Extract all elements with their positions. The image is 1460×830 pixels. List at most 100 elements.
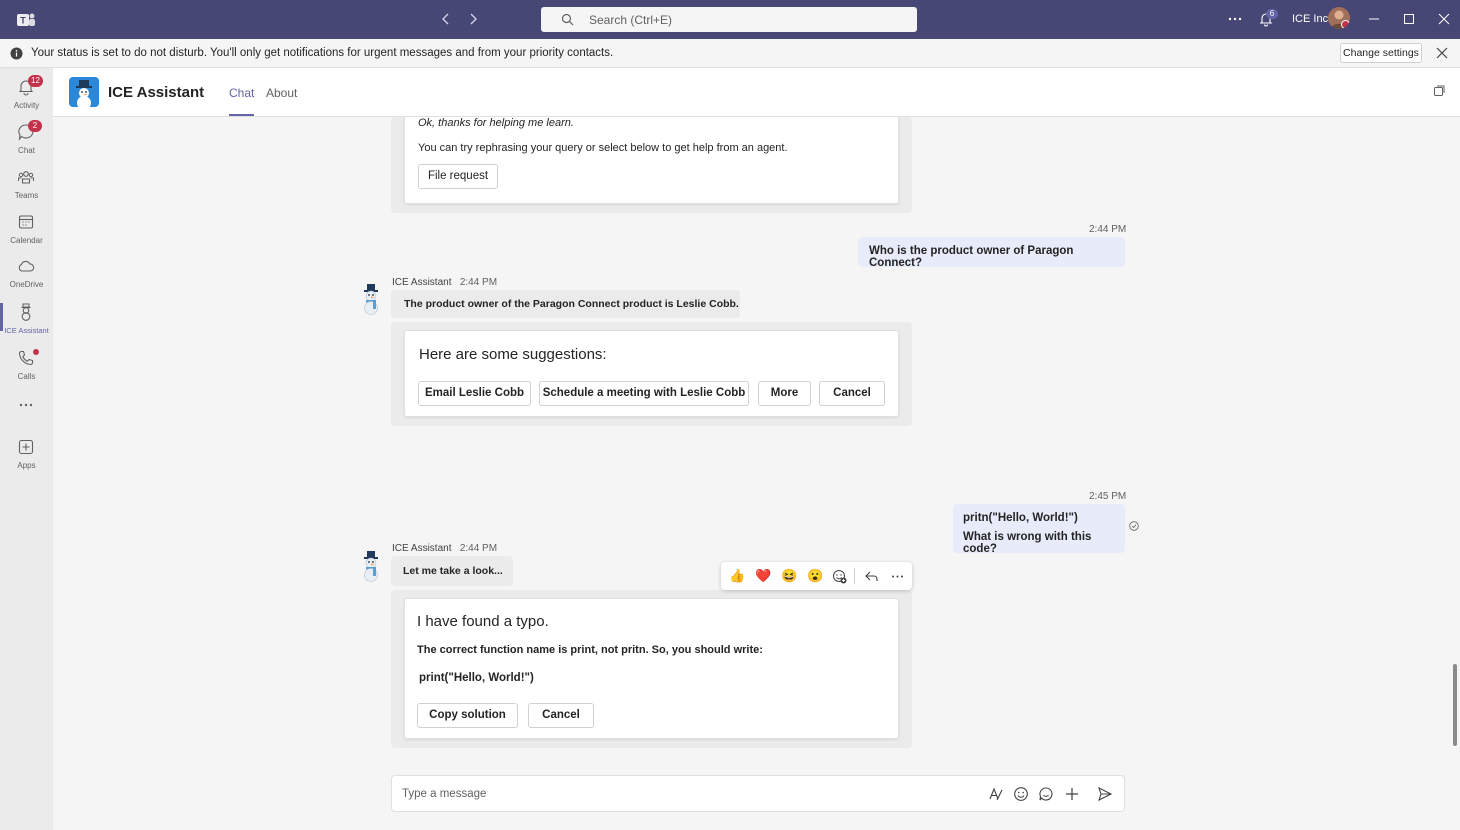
tab-chat[interactable]: Chat <box>229 86 255 116</box>
more-button[interactable]: More <box>758 381 811 406</box>
message-timestamp: 2:45 PM <box>1089 491 1127 502</box>
card-text: Ok, thanks for helping me learn. <box>418 117 574 129</box>
rail-item-activity[interactable]: 12 Activity <box>0 72 53 116</box>
like-reaction[interactable]: 👍 <box>729 568 745 584</box>
suggestions-card: Here are some suggestions: Email Leslie … <box>404 330 899 417</box>
more-options-icon[interactable] <box>1226 11 1244 27</box>
card-title: Here are some suggestions: <box>419 346 607 363</box>
cancel-button[interactable]: Cancel <box>819 381 885 406</box>
reaction-toolbar: 👍 ❤️ 😆 😮 <box>721 562 912 590</box>
user-avatar[interactable] <box>1328 7 1350 29</box>
svg-text:T: T <box>20 16 26 26</box>
compose-box[interactable]: Type a message <box>391 775 1125 812</box>
user-message: pritn("Hello, World!") What is wrong wit… <box>953 504 1125 555</box>
rail-item-label: Apps <box>17 461 36 470</box>
user-message-text: Who is the product owner of Paragon Conn… <box>869 245 1074 269</box>
teams-logo-icon: T <box>17 13 35 26</box>
close-icon[interactable] <box>1436 47 1448 59</box>
user-message: Who is the product owner of Paragon Conn… <box>858 237 1125 269</box>
card-body: The correct function name is print, not … <box>417 644 763 656</box>
sticker-icon[interactable] <box>1038 786 1054 802</box>
maximize-icon[interactable] <box>1401 11 1417 27</box>
chat-pane: ICE Assistant Chat About Ok, thanks for … <box>53 68 1460 830</box>
dnd-status-text: Your status is set to do not disturb. Yo… <box>31 47 614 59</box>
message-timestamp: 2:44 PM <box>1089 224 1127 235</box>
activity-badge: 12 <box>28 75 43 87</box>
rail-item-label: Chat <box>18 146 35 155</box>
bot-message-text: Let me take a look... <box>403 565 503 577</box>
adaptive-card: Ok, thanks for helping me learn. You can… <box>404 117 899 204</box>
bot-sender-name: ICE Assistant <box>392 277 452 288</box>
rail-item-calls[interactable]: Calls <box>0 343 53 387</box>
rail-item-ice-assistant[interactable]: ICE Assistant <box>0 297 53 341</box>
info-icon <box>10 47 23 60</box>
ice-assistant-logo <box>69 77 99 107</box>
add-reaction-icon[interactable] <box>832 569 847 584</box>
chat-badge: 2 <box>28 120 42 132</box>
bot-message: Let me take a look... <box>391 556 513 586</box>
pop-out-icon[interactable] <box>1433 85 1445 97</box>
search-icon <box>561 13 574 26</box>
rail-item-onedrive[interactable]: OneDrive <box>0 251 53 295</box>
teams-icon <box>18 171 34 184</box>
rail-item-teams[interactable]: Teams <box>0 162 53 206</box>
message-meta: ICE Assistant 2:44 PM <box>392 277 497 288</box>
rail-item-label: Activity <box>13 101 40 110</box>
more-icon <box>19 403 33 407</box>
card-code: print("Hello, World!") <box>419 672 534 684</box>
message-timestamp: 2:44 PM <box>459 543 498 554</box>
surprised-reaction[interactable]: 😮 <box>807 568 823 584</box>
calendar-icon <box>18 215 34 229</box>
copy-solution-button[interactable]: Copy solution <box>417 703 518 728</box>
heart-reaction[interactable]: ❤️ <box>755 568 771 584</box>
back-arrow-icon[interactable] <box>438 11 454 27</box>
app-title: ICE Assistant <box>108 84 205 101</box>
minimize-icon[interactable] <box>1366 11 1382 27</box>
more-actions-icon[interactable] <box>890 569 905 584</box>
solution-card: I have found a typo. The correct functio… <box>404 598 899 739</box>
schedule-meeting-button[interactable]: Schedule a meeting with Leslie Cobb <box>539 381 749 406</box>
change-settings-button[interactable]: Change settings <box>1340 43 1422 63</box>
format-icon[interactable] <box>988 786 1004 802</box>
rail-item-label: Teams <box>14 191 39 200</box>
message-timestamp: 2:44 PM <box>459 277 498 288</box>
app-bar: 12 Activity 2 Chat Teams Calendar OneDri… <box>0 68 53 830</box>
rail-item-chat[interactable]: 2 Chat <box>0 117 53 161</box>
reply-icon[interactable] <box>864 569 879 584</box>
card-title: I have found a typo. <box>417 613 549 630</box>
email-leslie-cobb-button[interactable]: Email Leslie Cobb <box>418 381 531 406</box>
toolbar-divider <box>854 568 855 584</box>
rail-item-apps[interactable]: Apps <box>0 432 53 476</box>
rail-item-label: Calls <box>17 372 36 381</box>
title-bar: T Search (Ctrl+E) 6 ICE Inc. <box>0 0 1460 39</box>
bot-message: The product owner of the Paragon Connect… <box>391 290 740 318</box>
org-name[interactable]: ICE Inc. <box>1292 13 1331 25</box>
forward-arrow-icon[interactable] <box>465 11 481 27</box>
seen-check-icon <box>1129 521 1139 531</box>
dnd-notification-bar: Your status is set to do not disturb. Yo… <box>0 39 1460 68</box>
bot-sender-name: ICE Assistant <box>392 543 452 554</box>
rail-item-label: Calendar <box>10 236 43 245</box>
cancel-button[interactable]: Cancel <box>528 703 594 728</box>
file-request-button[interactable]: File request <box>418 164 498 189</box>
add-icon[interactable] <box>1064 786 1080 802</box>
rail-item-more[interactable] <box>0 390 53 420</box>
compose-placeholder: Type a message <box>402 788 487 800</box>
close-window-icon[interactable] <box>1436 11 1452 27</box>
search-input[interactable]: Search (Ctrl+E) <box>541 7 917 32</box>
send-icon[interactable] <box>1097 786 1113 802</box>
cloud-icon <box>18 260 35 272</box>
notification-badge: 6 <box>1266 9 1278 19</box>
laugh-reaction[interactable]: 😆 <box>781 568 797 584</box>
rail-item-calendar[interactable]: Calendar <box>0 207 53 251</box>
rail-item-label: ICE Assistant <box>4 326 49 335</box>
bot-avatar <box>358 283 384 315</box>
tab-about[interactable]: About <box>266 86 297 100</box>
emoji-icon[interactable] <box>1013 786 1029 802</box>
scrollbar-thumb[interactable] <box>1453 664 1457 746</box>
app-header: ICE Assistant Chat About <box>53 68 1460 117</box>
card-text: You can try rephrasing your query or sel… <box>418 142 788 154</box>
user-message-text: What is wrong with this code? <box>963 531 1092 555</box>
search-placeholder: Search (Ctrl+E) <box>589 13 673 27</box>
bot-avatar <box>358 550 384 582</box>
